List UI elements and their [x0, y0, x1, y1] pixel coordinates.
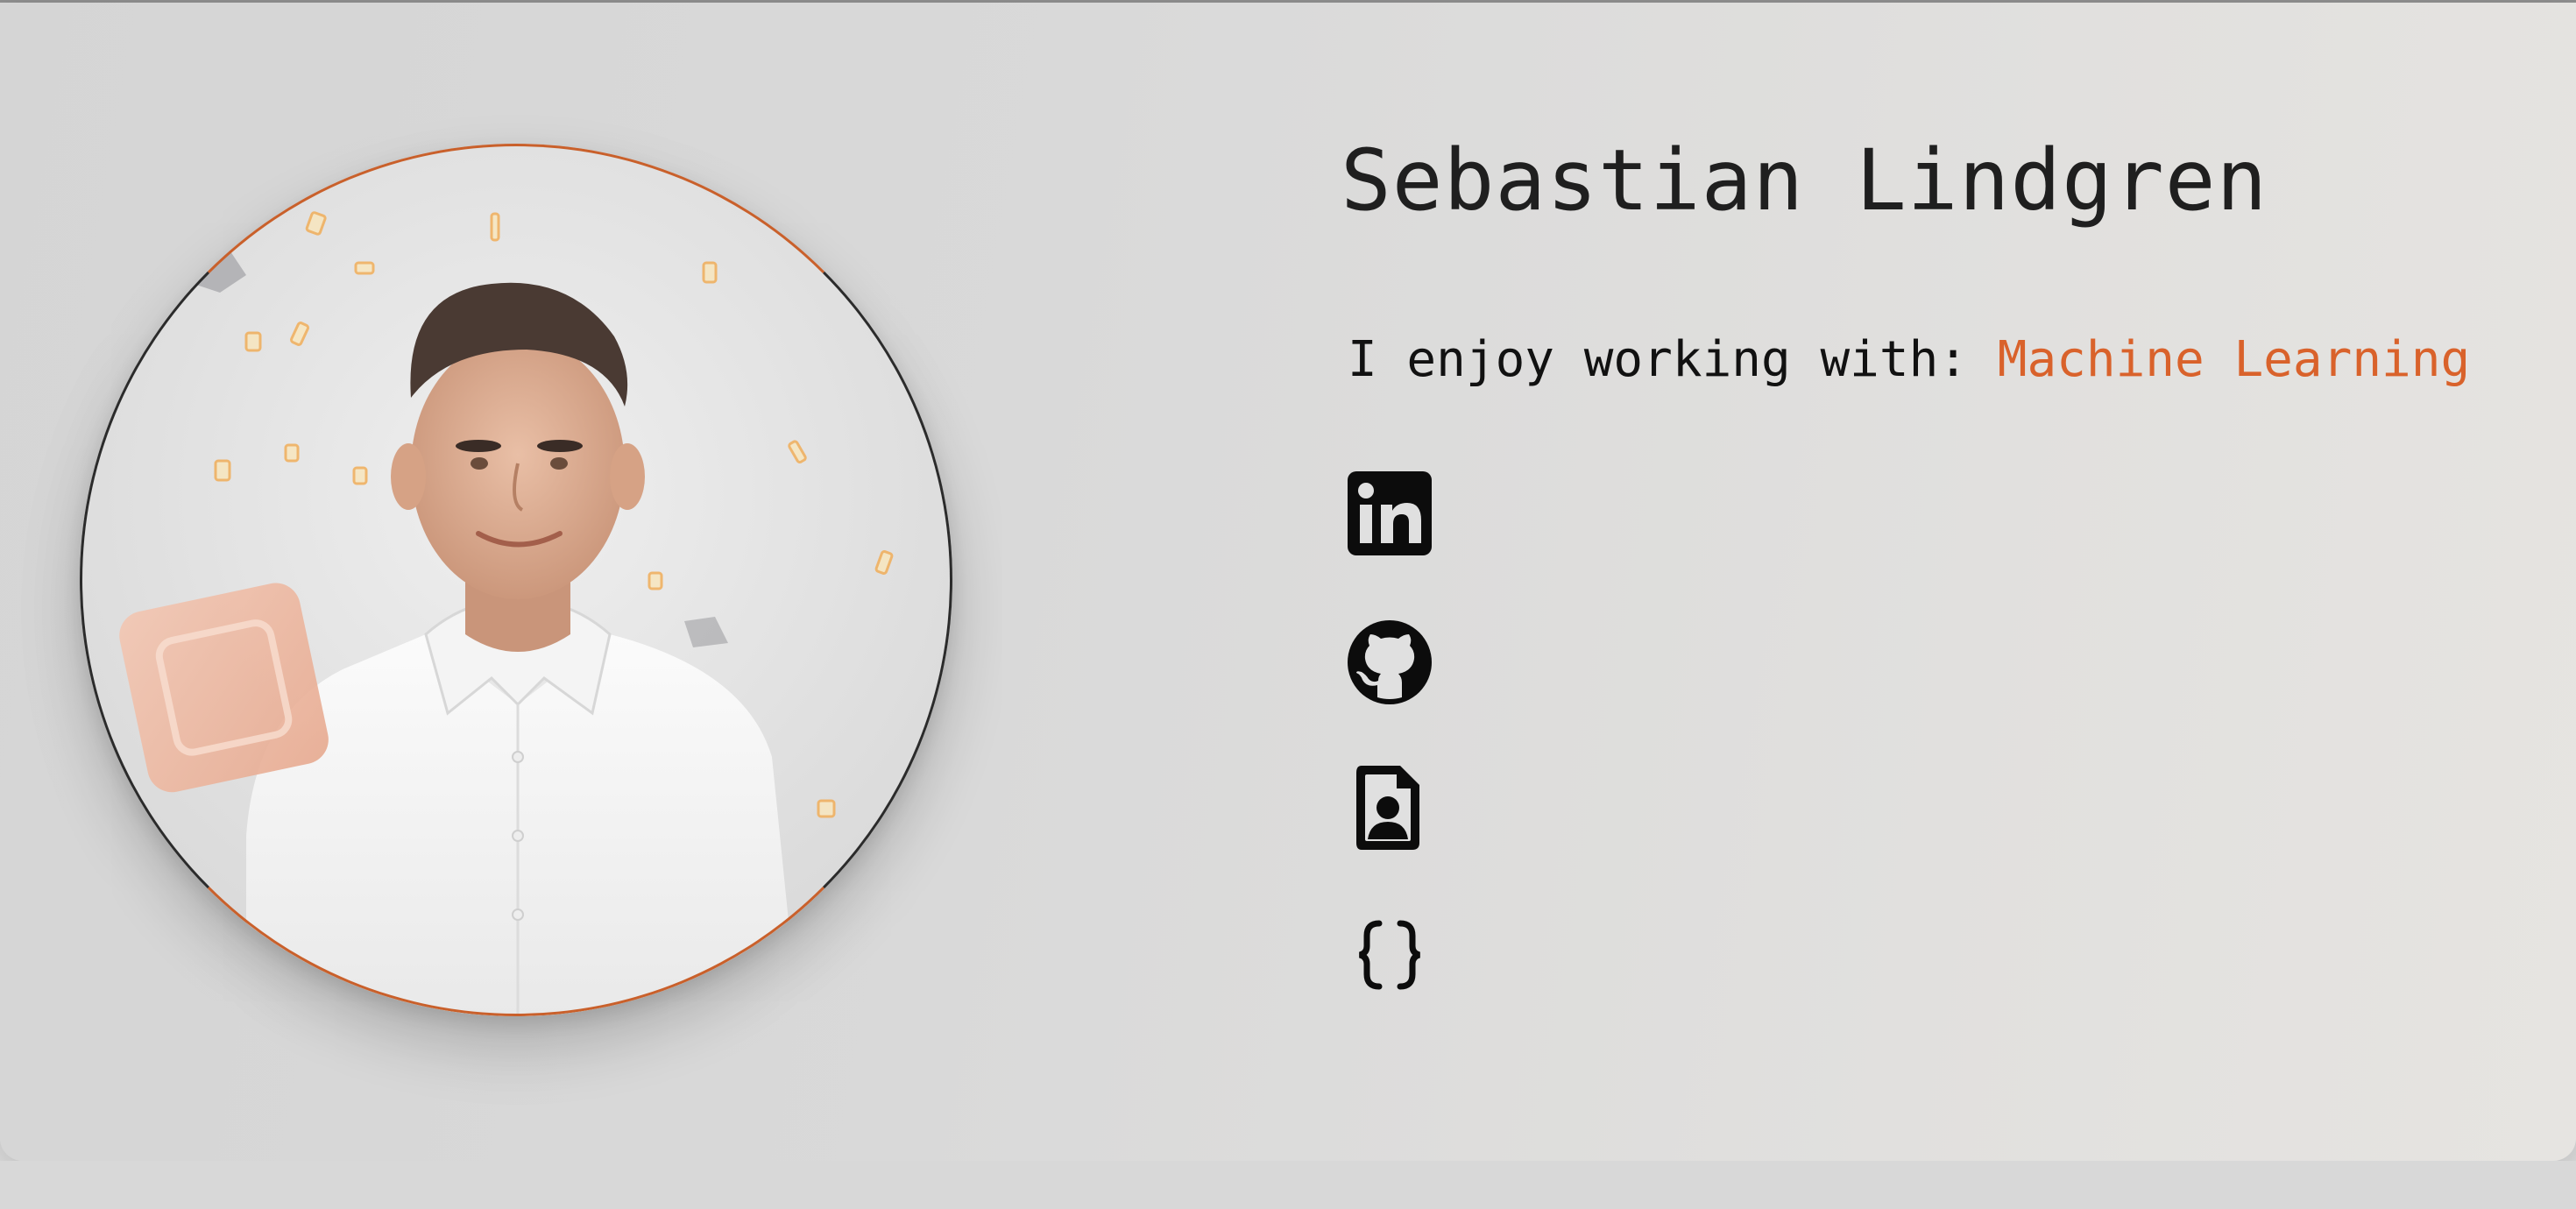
- linkedin-icon: [1348, 471, 1432, 555]
- github-link[interactable]: [1346, 619, 1433, 706]
- profile-name: Sebastian Lindgren: [1341, 131, 2268, 230]
- enjoy-skill: Machine Learning: [1997, 331, 2471, 388]
- enjoy-text: I enjoy working with: Machine Learning: [1348, 331, 2470, 388]
- enjoy-prefix: I enjoy working with:: [1348, 331, 1998, 388]
- resume-link[interactable]: [1346, 764, 1433, 852]
- portrait-illustration: [80, 144, 952, 1016]
- linkedin-link[interactable]: [1346, 470, 1433, 557]
- resume-file-icon: [1356, 766, 1419, 850]
- profile-portrait: [80, 144, 952, 1016]
- curly-braces-icon: [1358, 920, 1421, 990]
- code-link[interactable]: [1346, 911, 1433, 999]
- page-bottom-band: [0, 1161, 2576, 1209]
- github-icon: [1348, 620, 1432, 704]
